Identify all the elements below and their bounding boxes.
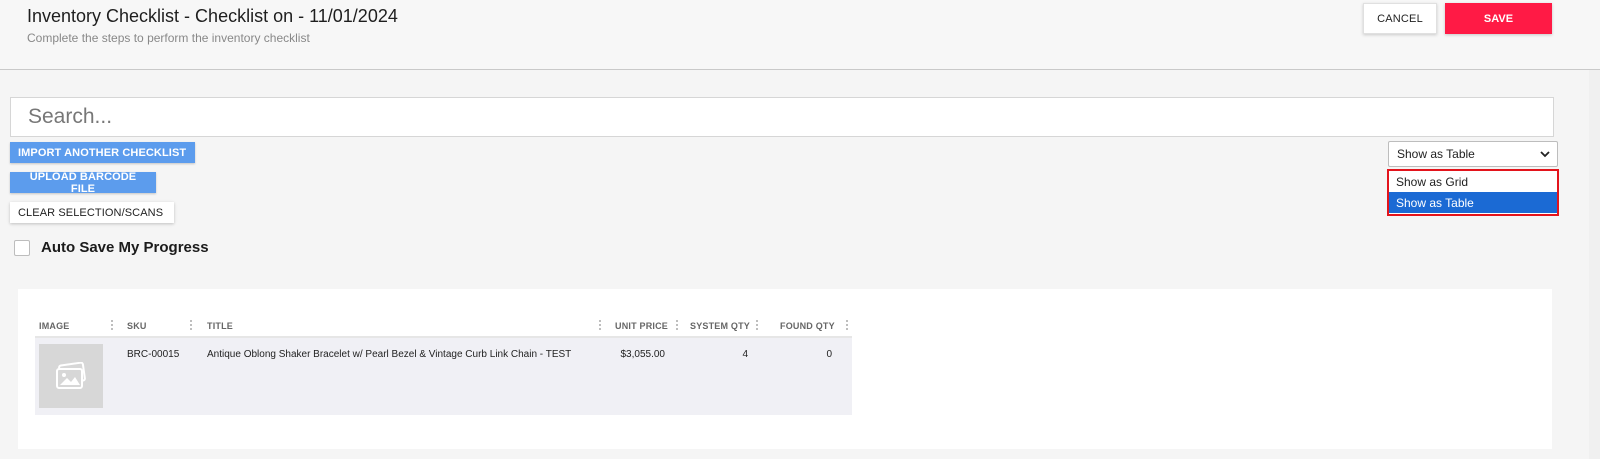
column-header-title[interactable]: TITLE	[207, 315, 233, 336]
column-header-sku[interactable]: SKU	[127, 315, 147, 336]
page-scrollbar[interactable]	[1589, 70, 1600, 459]
column-resize-handle[interactable]	[756, 320, 759, 332]
import-checklist-button[interactable]: IMPORT ANOTHER CHECKLIST	[10, 142, 195, 163]
column-resize-handle[interactable]	[599, 320, 602, 332]
table-header: IMAGE SKU TITLE UNIT PRICE SYSTEM QTY FO…	[35, 315, 852, 338]
column-resize-handle[interactable]	[190, 320, 193, 332]
column-header-found-qty[interactable]: FOUND QTY	[780, 315, 835, 336]
option-show-as-table[interactable]: Show as Table	[1389, 192, 1557, 213]
upload-barcode-button[interactable]: UPLOAD BARCODE FILE	[10, 171, 156, 195]
option-show-as-grid[interactable]: Show as Grid	[1389, 171, 1557, 192]
autosave-checkbox[interactable]	[14, 239, 30, 256]
cell-system-qty: 4	[742, 349, 748, 360]
page-subtitle: Complete the steps to perform the invent…	[27, 31, 310, 45]
search-input[interactable]	[10, 97, 1554, 137]
view-mode-selected-value: Show as Table	[1397, 147, 1475, 161]
product-image	[39, 344, 103, 408]
save-button[interactable]: SAVE	[1445, 3, 1552, 34]
inventory-table: IMAGE SKU TITLE UNIT PRICE SYSTEM QTY FO…	[35, 315, 852, 415]
column-resize-handle[interactable]	[676, 320, 679, 332]
view-mode-dropdown: Show as Grid Show as Table	[1387, 169, 1559, 216]
clear-selection-button[interactable]: CLEAR SELECTION/SCANS	[10, 202, 174, 223]
page-header: Inventory Checklist - Checklist on - 11/…	[0, 0, 1600, 70]
table-row[interactable]: BRC-00015 Antique Oblong Shaker Bracelet…	[35, 338, 852, 415]
cell-title: Antique Oblong Shaker Bracelet w/ Pearl …	[207, 349, 572, 360]
image-placeholder-icon	[56, 362, 86, 389]
view-mode-select[interactable]: Show as Table	[1388, 141, 1558, 167]
cancel-button[interactable]: CANCEL	[1363, 3, 1437, 34]
column-header-image[interactable]: IMAGE	[39, 315, 70, 336]
page-title: Inventory Checklist - Checklist on - 11/…	[27, 6, 398, 26]
autosave-option[interactable]: Auto Save My Progress	[14, 239, 209, 256]
cell-sku: BRC-00015	[127, 349, 180, 360]
column-resize-handle[interactable]	[111, 320, 114, 332]
column-header-system-qty[interactable]: SYSTEM QTY	[690, 315, 750, 336]
column-header-unit-price[interactable]: UNIT PRICE	[615, 315, 668, 336]
cell-unit-price: $3,055.00	[620, 349, 666, 360]
cell-found-qty: 0	[826, 349, 832, 360]
column-resize-handle[interactable]	[846, 320, 849, 332]
chevron-down-icon	[1540, 151, 1550, 158]
inventory-table-card: IMAGE SKU TITLE UNIT PRICE SYSTEM QTY FO…	[18, 289, 1552, 449]
autosave-label: Auto Save My Progress	[41, 239, 209, 256]
